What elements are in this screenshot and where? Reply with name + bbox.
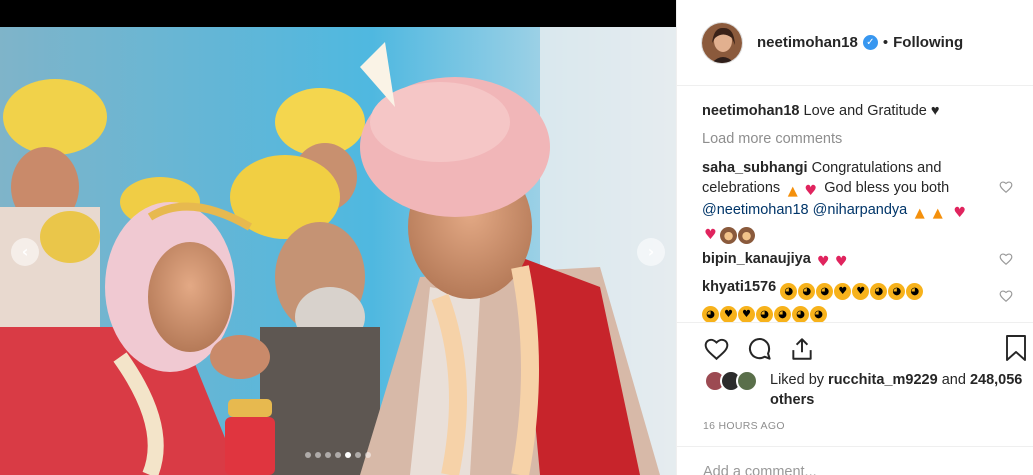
post-media: ‹ › (0, 0, 676, 475)
post-sidebar: neetimohan18 ✓ • Following neetimohan18 … (676, 0, 1033, 475)
fire-emoji-icon: ▲ (787, 184, 798, 199)
kiss-emoji-icon: ◕ (816, 283, 834, 300)
following-button[interactable]: Following (893, 34, 963, 51)
heart-emoji-icon: ♥ (835, 254, 848, 270)
liker-username[interactable]: rucchita_m9229 (828, 372, 938, 388)
add-comment-bar (677, 446, 1033, 475)
comment-like-heart-icon[interactable] (999, 289, 1013, 303)
add-comment-input[interactable] (703, 464, 983, 475)
fire-emoji-icon: ▲ (932, 206, 943, 221)
kiss-emoji-icon: ◕ (906, 283, 924, 300)
wedding-photo[interactable] (0, 27, 676, 475)
save-button[interactable] (1004, 334, 1028, 367)
heart-eyes-emoji-icon: ♥ (720, 306, 737, 322)
comment-button[interactable] (744, 334, 774, 364)
liker-avatars[interactable] (704, 370, 762, 396)
comment-username[interactable]: khyati1576 (702, 279, 776, 295)
caption-text: Love and Gratitude ♥ (803, 103, 940, 119)
carousel-prev-button[interactable]: ‹ (11, 238, 39, 266)
fire-emoji-icon: ▲ (914, 206, 925, 221)
comment-text-2: God bless you both (824, 180, 950, 196)
carousel-dot[interactable] (355, 452, 361, 458)
carousel-dot[interactable] (305, 452, 311, 458)
kiss-emoji-icon: ◕ (780, 283, 798, 300)
kiss-emoji-icon: ◕ (792, 306, 809, 322)
chevron-right-icon: › (647, 242, 655, 261)
avatar (736, 370, 758, 392)
carousel-next-button[interactable]: › (637, 238, 665, 266)
heart-eyes-emoji-icon: ♥ (852, 283, 870, 300)
heart-eyes-emoji-icon: ♥ (738, 306, 755, 322)
post-author-username[interactable]: neetimohan18 (757, 34, 858, 51)
likes-conjunction: and (941, 372, 966, 388)
comment-item: khyati1576 ◕ ◕ ◕ ♥ ♥ ◕ ◕ ◕ ◕ ♥ ♥ ◕ ◕ ◕ ◕ (702, 277, 1033, 322)
mention-link[interactable]: @niharpandya (813, 202, 908, 218)
likes-text: Liked by rucchita_m9229 and 248,056 othe… (770, 370, 1024, 410)
wedding-photo-illustration (0, 27, 676, 475)
heart-emoji-icon: ♥ (817, 254, 830, 270)
carousel-dot[interactable] (335, 452, 341, 458)
kiss-emoji-icon: ◕ (774, 306, 791, 322)
likes-summary: Liked by rucchita_m9229 and 248,056 othe… (704, 370, 1024, 410)
share-icon (792, 337, 812, 360)
load-more-comments-button[interactable]: Load more comments (702, 129, 1033, 149)
heart-emoji-icon: ♥ (804, 183, 817, 199)
carousel-dot[interactable] (325, 452, 331, 458)
post-actions (677, 322, 1033, 374)
kiss-emoji-icon: ◕ (888, 283, 906, 300)
caption-username[interactable]: neetimohan18 (702, 103, 800, 119)
heart-eyes-emoji-icon: ♥ (834, 283, 852, 300)
comment-like-heart-icon[interactable] (999, 252, 1013, 266)
likes-prefix: Liked by (770, 372, 825, 388)
chevron-left-icon: ‹ (21, 242, 29, 261)
comment-item: saha_subhangi Congratulations and celebr… (702, 158, 1033, 244)
avatar[interactable] (701, 21, 743, 64)
bookmark-icon (1006, 335, 1026, 361)
kiss-emoji-icon: ◕ (702, 306, 719, 322)
kiss-emoji-icon: ◕ (810, 306, 827, 322)
comment-username[interactable]: bipin_kanaujiya (702, 251, 811, 267)
comment-item: bipin_kanaujiya ♥ ♥ (702, 249, 1033, 271)
separator-dot: • (882, 34, 889, 51)
comment-username[interactable]: saha_subhangi (702, 160, 808, 176)
heart-emoji-icon: ♥ (953, 205, 967, 221)
kiss-emoji-icon: ◕ (756, 306, 773, 322)
kiss-emoji-icon: ◕ (870, 283, 888, 300)
carousel-dot[interactable] (315, 452, 321, 458)
comment-like-heart-icon[interactable] (999, 180, 1013, 194)
comments-section: neetimohan18 Love and Gratitude ♥ Load m… (677, 87, 1033, 322)
monkey-emoji-icon: ● (720, 227, 737, 244)
like-button[interactable] (701, 334, 731, 364)
comment-icon (748, 338, 771, 360)
mention-link[interactable]: @neetimohan18 (702, 202, 809, 218)
carousel-dot[interactable] (345, 452, 351, 458)
caption: neetimohan18 Love and Gratitude ♥ (702, 101, 1033, 121)
heart-icon (704, 338, 728, 360)
kiss-emoji-icon: ◕ (798, 283, 816, 300)
share-button[interactable] (787, 334, 817, 364)
heart-emoji-icon: ♥ (704, 227, 717, 243)
carousel-indicator (0, 452, 676, 458)
carousel-dot[interactable] (365, 452, 371, 458)
post-timestamp[interactable]: 16 HOURS AGO (703, 420, 785, 432)
post-header: neetimohan18 ✓ • Following (677, 0, 1033, 86)
verified-badge-icon: ✓ (862, 35, 878, 50)
monkey-emoji-icon: ● (738, 227, 755, 244)
